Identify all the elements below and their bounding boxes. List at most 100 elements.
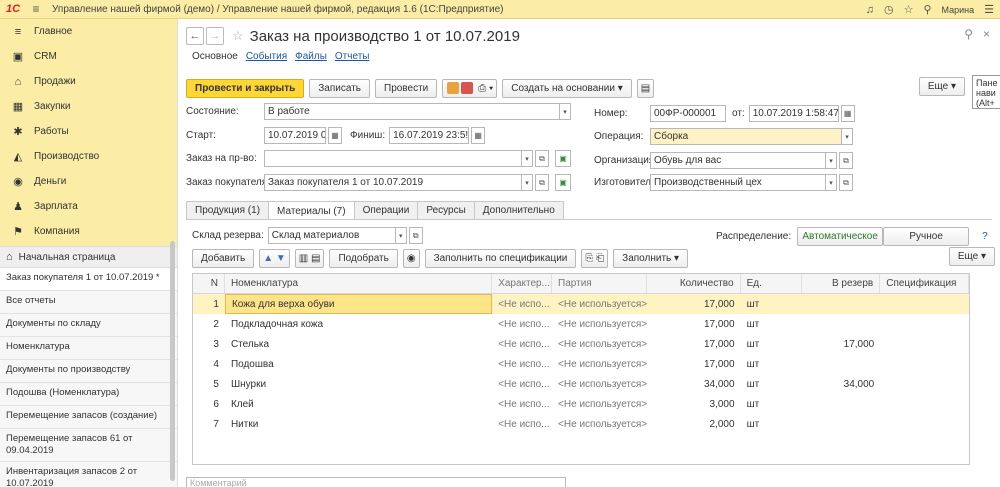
table-cell-ed[interactable]: шт: [741, 354, 803, 374]
warehouse-dropdown-icon[interactable]: ▾: [394, 227, 407, 244]
back-button[interactable]: ←: [186, 27, 204, 45]
table-cell-qty[interactable]: 17,000: [647, 294, 741, 314]
finish-calendar-icon[interactable]: ▦: [471, 127, 486, 144]
table-cell-nom[interactable]: Шнурки: [225, 374, 492, 394]
table-cell-part[interactable]: <Не используется>: [552, 354, 647, 374]
sidebar-item-0[interactable]: ≡ Главное: [0, 19, 177, 44]
open-window-item[interactable]: Все отчеты: [0, 291, 177, 314]
tab-3[interactable]: Ресурсы: [417, 201, 475, 219]
tab-0[interactable]: Продукция (1): [186, 201, 270, 219]
close-icon[interactable]: ×: [983, 27, 990, 41]
table-cell-rez[interactable]: [802, 414, 880, 434]
customer-order-open-icon[interactable]: ⧉: [535, 174, 549, 191]
column-header[interactable]: Номенклатура: [225, 274, 493, 293]
table-cell-n[interactable]: 7: [193, 414, 225, 434]
warehouse-field[interactable]: Склад материалов: [267, 227, 396, 244]
column-header[interactable]: Спецификация: [880, 274, 970, 293]
table-cell-qty[interactable]: 3,000: [647, 394, 741, 414]
link-icon[interactable]: ⚲: [964, 27, 973, 41]
sidebar-item-2[interactable]: ⌂ Продажи: [0, 69, 177, 94]
organization-field[interactable]: Обувь для вас: [650, 152, 826, 169]
post-button[interactable]: Провести: [375, 78, 438, 98]
table-cell-rez[interactable]: [802, 314, 880, 334]
copy-paste-buttons[interactable]: ⎘ ⎗: [581, 248, 609, 268]
sidebar-item-7[interactable]: ♟ Зарплата: [0, 194, 177, 219]
sidebar-item-5[interactable]: ◭ Производство: [0, 144, 177, 169]
move-up-down-buttons[interactable]: ▲ ▼: [259, 248, 290, 268]
subtab-events[interactable]: События: [246, 51, 287, 62]
table-cell-har[interactable]: <Не испо...: [492, 374, 552, 394]
maker-open-icon[interactable]: ⧉: [839, 174, 853, 191]
open-window-item[interactable]: Подошва (Номенклатура): [0, 383, 177, 406]
table-cell-part[interactable]: <Не используется>: [552, 334, 647, 354]
sidebar-item-6[interactable]: ◉ Деньги: [0, 169, 177, 194]
operation-dropdown-icon[interactable]: ▾: [841, 128, 853, 145]
sidebar-scrollbar[interactable]: [170, 241, 175, 481]
table-cell-rez[interactable]: [802, 294, 880, 314]
favorites-icon[interactable]: ☆: [904, 3, 914, 16]
column-header[interactable]: Партия: [552, 274, 647, 293]
table-cell-har[interactable]: <Не испо...: [492, 314, 552, 334]
table-cell-ed[interactable]: шт: [741, 294, 803, 314]
table-cell-har[interactable]: <Не испо...: [492, 414, 552, 434]
structure-icon[interactable]: ▤: [636, 78, 655, 98]
settings-menu-icon[interactable]: ☰: [984, 3, 994, 16]
save-button[interactable]: Записать: [309, 78, 370, 98]
table-cell-ed[interactable]: шт: [741, 374, 803, 394]
table-cell-spec[interactable]: [880, 314, 969, 334]
table-cell-n[interactable]: 5: [193, 374, 225, 394]
table-cell-rez[interactable]: 34,000: [802, 374, 880, 394]
table-cell-nom[interactable]: Кожа для верха обуви: [224, 294, 493, 314]
table-cell-qty[interactable]: 34,000: [647, 374, 741, 394]
open-window-item[interactable]: Номенклатура: [0, 337, 177, 360]
table-cell-part[interactable]: <Не используется>: [552, 394, 647, 414]
favorite-star-icon[interactable]: ☆: [232, 28, 244, 44]
table-cell-n[interactable]: 1: [193, 294, 225, 314]
sidebar-item-8[interactable]: ⚑ Компания: [0, 219, 177, 244]
manual-distribution-button[interactable]: Ручное: [883, 227, 970, 246]
maker-field[interactable]: Производственный цех: [650, 174, 826, 191]
order-select-icon[interactable]: ▣: [555, 150, 571, 167]
open-window-item[interactable]: Заказ покупателя 1 от 10.07.2019 *: [0, 268, 177, 291]
tab-2[interactable]: Операции: [353, 201, 419, 219]
customer-order-field[interactable]: Заказ покупателя 1 от 10.07.2019: [264, 174, 522, 191]
table-cell-part[interactable]: <Не используется>: [552, 414, 647, 434]
date-field[interactable]: 10.07.2019 1:58:47: [748, 105, 839, 122]
table-cell-part[interactable]: <Не используется>: [552, 294, 647, 314]
more-button[interactable]: Еще ▾: [918, 77, 965, 96]
home-page-link[interactable]: ⌂ Начальная страница: [0, 246, 177, 268]
subtab-reports[interactable]: Отчеты: [335, 51, 370, 62]
fill-button[interactable]: Заполнить ▾: [613, 248, 689, 268]
table-cell-rez[interactable]: [802, 354, 880, 374]
state-field[interactable]: В работе: [264, 103, 560, 120]
open-window-item[interactable]: Документы по производству: [0, 360, 177, 383]
organization-open-icon[interactable]: ⧉: [839, 152, 853, 169]
table-cell-har[interactable]: <Не испо...: [492, 394, 552, 414]
table-cell-n[interactable]: 2: [193, 314, 225, 334]
table-row[interactable]: 5 Шнурки <Не испо... <Не используется> 34,00…: [193, 374, 969, 394]
table-row[interactable]: 4 Подошва <Не испо... <Не используется> 17,0…: [193, 354, 969, 374]
sidebar-item-3[interactable]: ▦ Закупки: [0, 94, 177, 119]
pick-button[interactable]: Подобрать: [329, 248, 398, 268]
comment-field[interactable]: Комментарий: [186, 477, 566, 487]
table-cell-qty[interactable]: 17,000: [647, 314, 741, 334]
main-menu-icon[interactable]: ≡: [26, 2, 46, 16]
sidebar-item-1[interactable]: ▣ CRM: [0, 44, 177, 69]
table-cell-ed[interactable]: шт: [741, 334, 803, 354]
order-open-icon[interactable]: ⧉: [535, 150, 549, 167]
open-window-item[interactable]: Документы по складу: [0, 314, 177, 337]
table-cell-nom[interactable]: Стелька: [225, 334, 492, 354]
table-cell-nom[interactable]: Нитки: [225, 414, 492, 434]
start-field[interactable]: 10.07.2019 0:00: [264, 127, 326, 144]
view-icon[interactable]: ◉: [402, 248, 420, 268]
table-row[interactable]: 1 Кожа для верха обуви <Не испо... <Не испо…: [193, 294, 969, 314]
table-row[interactable]: 7 Нитки <Не испо... <Не используется> 2,000 ш…: [193, 414, 969, 434]
start-calendar-icon[interactable]: ▦: [328, 127, 342, 144]
open-window-item[interactable]: Перемещение запасов 61 от 09.04.2019: [0, 429, 177, 462]
fill-by-spec-button[interactable]: Заполнить по спецификации: [424, 248, 577, 268]
open-window-item[interactable]: Перемещение запасов (создание): [0, 406, 177, 429]
table-cell-nom[interactable]: Клей: [225, 394, 492, 414]
table-cell-n[interactable]: 6: [193, 394, 225, 414]
tab-4[interactable]: Дополнительно: [473, 201, 564, 219]
column-header[interactable]: Количество: [647, 274, 741, 293]
